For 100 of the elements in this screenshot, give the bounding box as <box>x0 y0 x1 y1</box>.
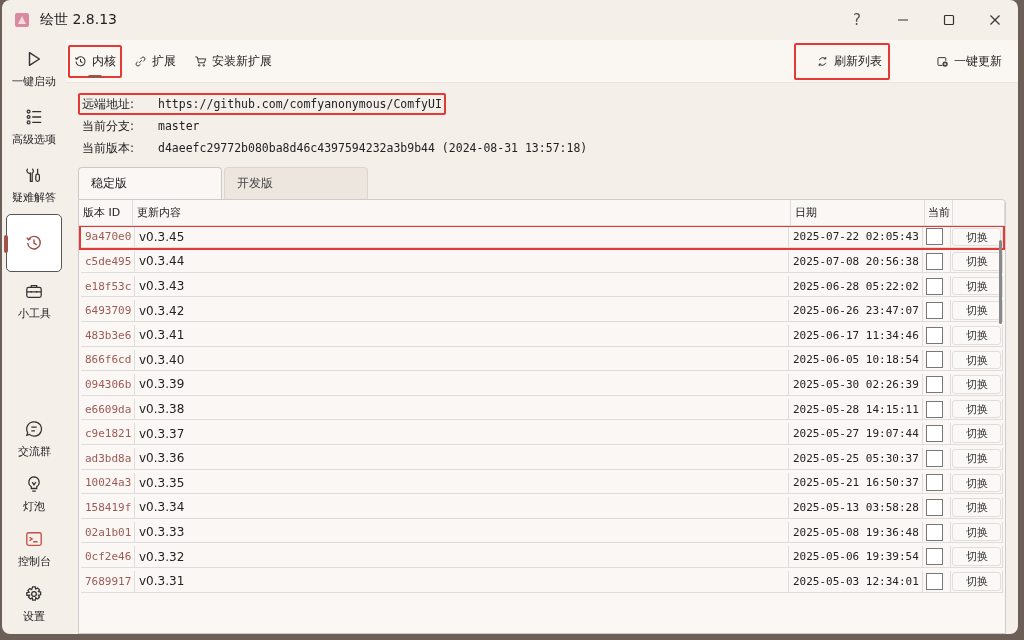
checkbox[interactable] <box>926 326 943 344</box>
info-label: 远端地址: <box>82 95 136 113</box>
table-cell: 2025-05-03 12:34:01 <box>789 570 923 593</box>
checkbox[interactable] <box>926 375 943 393</box>
table-cell: 866f6cd <box>81 349 135 372</box>
column-header: 当前 <box>925 200 953 226</box>
tab[interactable]: 安装新扩展 <box>188 44 278 78</box>
checkbox[interactable] <box>926 425 943 443</box>
checkbox[interactable] <box>926 449 943 467</box>
column-header <box>953 200 1005 226</box>
switch-button[interactable]: 切换 <box>952 252 1001 271</box>
sidebar-item[interactable]: 控制台 <box>6 522 62 577</box>
table-cell: 2025-05-27 19:07:44 <box>789 423 923 445</box>
checkbox[interactable] <box>926 572 943 590</box>
table-row[interactable]: 10024a3 v0.3.35 2025-05-21 16:50:37 切换 <box>79 470 1005 497</box>
switch-button[interactable]: 切换 <box>952 571 1001 591</box>
sidebar-item[interactable]: 灯泡 <box>6 467 62 522</box>
table-row[interactable]: ad3bd8a v0.3.36 2025-05-25 05:30:37 切换 <box>79 445 1005 472</box>
checkbox[interactable] <box>926 302 943 320</box>
sidebar-item[interactable]: 交流群 <box>6 412 62 467</box>
tab[interactable]: 稳定版 <box>78 167 222 199</box>
switch-button[interactable]: 切换 <box>952 448 1001 468</box>
checkbox[interactable] <box>926 277 943 295</box>
table-row[interactable]: 02a1b01 v0.3.33 2025-05-08 19:36:48 切换 <box>79 519 1005 546</box>
settings-icon <box>25 585 43 603</box>
tab[interactable]: 开发版 <box>224 167 368 199</box>
table-row[interactable]: e6609da v0.3.38 2025-05-28 14:15:11 切换 <box>79 396 1005 423</box>
checkbox[interactable] <box>926 400 943 418</box>
table-row[interactable]: 0cf2e46 v0.3.32 2025-05-06 19:39:54 切换 <box>79 544 1005 570</box>
table-cell: v0.3.34 <box>135 497 789 519</box>
table-row[interactable]: c9e1821 v0.3.37 2025-05-27 19:07:44 切换 <box>79 421 1005 447</box>
table-cell: 10024a3 <box>81 472 135 495</box>
checkbox[interactable] <box>926 548 943 566</box>
table-cell: 2025-06-17 11:34:46 <box>789 324 923 347</box>
table-cell: 2025-05-06 19:39:54 <box>789 546 923 568</box>
sidebar-item[interactable]: 高级选项 <box>6 98 62 156</box>
table-row[interactable]: 7689917 v0.3.31 2025-05-03 12:34:01 切换 <box>79 568 1005 595</box>
table-cell: v0.3.31 <box>135 570 789 593</box>
table-row[interactable]: 6493709 v0.3.42 2025-06-26 23:47:07 切换 <box>79 298 1005 324</box>
close-icon[interactable] <box>989 14 1001 26</box>
table-row[interactable]: 483b3e6 v0.3.41 2025-06-17 11:34:46 切换 <box>79 322 1005 349</box>
toolbar-button[interactable]: 一键更新 <box>914 42 1010 80</box>
table-row[interactable]: 158419f v0.3.34 2025-05-13 03:58:28 切换 <box>79 495 1005 521</box>
sidebar-item[interactable]: 疑难解答 <box>6 156 62 214</box>
table-cell: 6493709 <box>81 300 135 322</box>
history-icon <box>74 54 87 68</box>
table-cell: 094306b <box>81 374 135 396</box>
tab[interactable]: 内核 <box>68 44 122 78</box>
lightbulb-icon <box>25 475 43 493</box>
window-title: 绘世 2.8.13 <box>40 11 117 29</box>
table-cell: 2025-06-28 05:22:02 <box>789 275 923 298</box>
sidebar-item[interactable]: 设置 <box>6 577 62 632</box>
table-cell: 2025-05-25 05:30:37 <box>789 447 923 470</box>
table-cell: v0.3.35 <box>135 472 789 495</box>
sidebar-item[interactable]: 一键启动 <box>6 40 62 98</box>
switch-button[interactable]: 切换 <box>952 350 1001 370</box>
switch-button[interactable]: 切换 <box>952 375 1001 394</box>
help-button[interactable]: ? <box>834 11 880 29</box>
history-icon <box>25 234 43 252</box>
checkbox[interactable] <box>926 523 943 541</box>
table-cell: c9e1821 <box>81 423 135 445</box>
link-icon <box>134 54 147 68</box>
info-value: https://github.com/comfyanonymous/ComfyUI <box>158 97 442 111</box>
table-row[interactable]: 9a470e0 v0.3.45 2025-07-22 02:05:43 切换 <box>79 224 1005 251</box>
refresh-icon <box>816 54 829 68</box>
table-cell: v0.3.42 <box>135 300 789 322</box>
table-row[interactable]: c5de495 v0.3.44 2025-07-08 20:56:38 切换 <box>79 249 1005 275</box>
table-cell: 2025-05-30 02:26:39 <box>789 374 923 396</box>
checkbox[interactable] <box>926 228 943 246</box>
column-header: 更新内容 <box>133 200 791 226</box>
switch-button[interactable]: 切换 <box>952 473 1001 493</box>
terminal-icon <box>25 530 43 548</box>
switch-button[interactable]: 切换 <box>952 522 1001 542</box>
sidebar-item[interactable] <box>6 214 62 272</box>
info-label: 当前分支: <box>82 117 136 135</box>
table-row[interactable]: 094306b v0.3.39 2025-05-30 02:26:39 切换 <box>79 372 1005 398</box>
maximize-icon[interactable] <box>943 14 955 26</box>
toolbar-button[interactable]: 刷新列表 <box>794 42 890 80</box>
switch-button[interactable]: 切换 <box>952 424 1001 443</box>
checkbox[interactable] <box>926 351 943 369</box>
checkbox[interactable] <box>926 498 943 516</box>
table-cell: ad3bd8a <box>81 447 135 470</box>
table-row[interactable]: e18f53c v0.3.43 2025-06-28 05:22:02 切换 <box>79 273 1005 300</box>
switch-button[interactable]: 切换 <box>952 276 1001 296</box>
sidebar-item[interactable]: 小工具 <box>6 272 62 330</box>
table-cell: v0.3.45 <box>135 226 789 249</box>
switch-button[interactable]: 切换 <box>952 399 1001 419</box>
checkbox[interactable] <box>926 253 943 270</box>
table-row[interactable]: 866f6cd v0.3.40 2025-06-05 10:18:54 切换 <box>79 347 1005 374</box>
switch-button[interactable]: 切换 <box>952 301 1001 320</box>
tab[interactable]: 扩展 <box>128 44 182 78</box>
app-logo-icon <box>14 12 30 28</box>
switch-button[interactable]: 切换 <box>952 547 1001 566</box>
table-cell: 02a1b01 <box>81 521 135 544</box>
scrollbar[interactable] <box>999 240 1002 324</box>
switch-button[interactable]: 切换 <box>952 325 1001 345</box>
switch-button[interactable]: 切换 <box>952 227 1001 247</box>
checkbox[interactable] <box>926 474 943 492</box>
switch-button[interactable]: 切换 <box>952 498 1001 517</box>
info-label: 当前版本: <box>82 139 136 157</box>
